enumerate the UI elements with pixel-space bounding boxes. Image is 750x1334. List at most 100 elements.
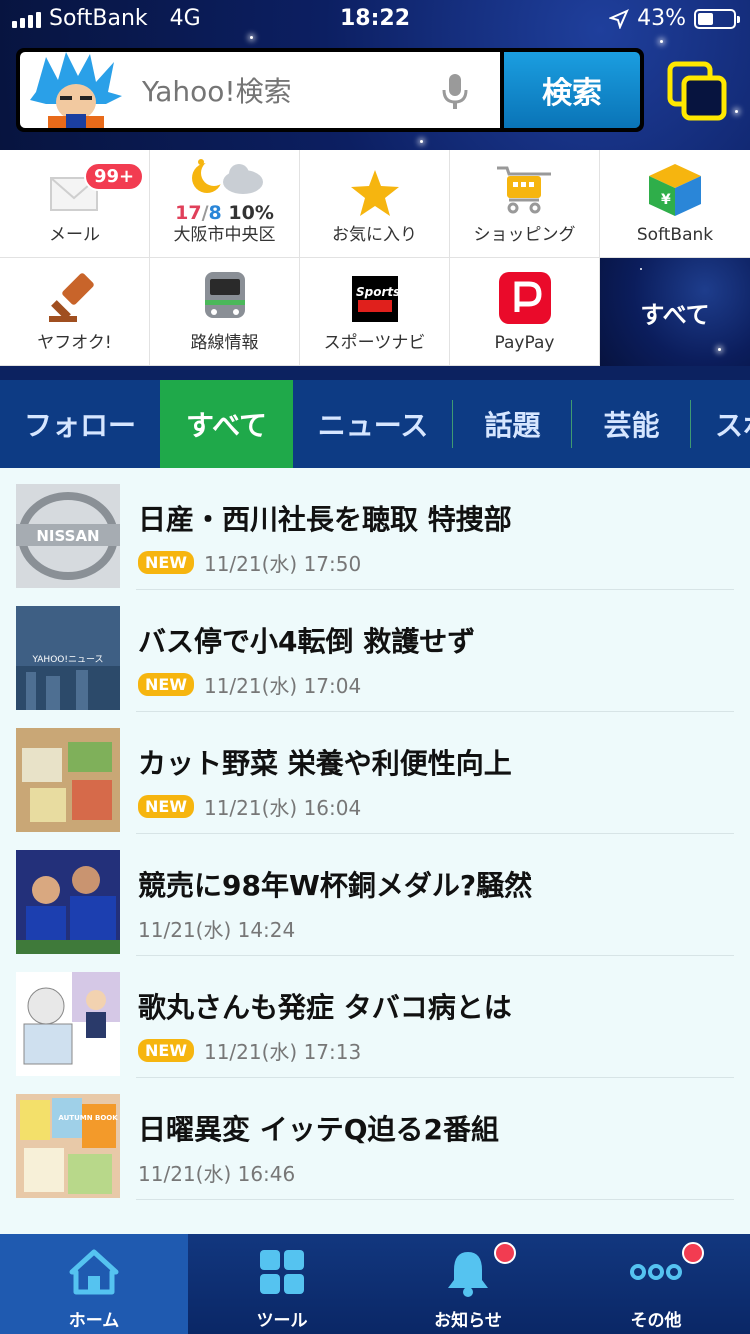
tool-label: ショッピング xyxy=(473,225,576,245)
nav-more[interactable]: その他 xyxy=(562,1234,750,1334)
tab-all[interactable]: すべて xyxy=(160,380,293,468)
tool-label: ヤフオク! xyxy=(37,333,112,353)
nav-label: ツール xyxy=(256,1311,308,1331)
news-item[interactable]: 歌丸さんも発症 タバコ病とは NEW 11/21(水) 17:13 xyxy=(0,956,750,1078)
more-icon xyxy=(630,1264,682,1280)
all-label: すべて xyxy=(640,300,710,329)
tab-sports[interactable]: スポーツ xyxy=(691,380,750,468)
news-date: 11/21(水) 14:24 xyxy=(138,918,296,942)
star-decoration xyxy=(735,110,738,113)
news-thumbnail xyxy=(16,850,120,954)
mail-unread-badge: 99+ xyxy=(84,162,145,191)
news-date: 11/21(水) 16:46 xyxy=(138,1162,296,1186)
news-title: 日曜異変 イッテQ迫る2番組 xyxy=(138,1113,500,1146)
news-date: 11/21(水) 16:04 xyxy=(203,796,362,820)
home-icon xyxy=(69,1249,119,1295)
news-thumbnail xyxy=(16,728,120,832)
news-list: NISSAN 日産・西川社長を聴取 特捜部 NEW 11/21(水) 17:50 … xyxy=(0,468,750,1234)
notification-dot xyxy=(682,1242,704,1264)
bottom-nav: ホーム ツール お知らせ その他 xyxy=(0,1234,750,1334)
tool-label: SoftBank xyxy=(636,225,714,245)
tool-softbank[interactable]: ¥ SoftBank xyxy=(600,150,750,258)
paypay-icon xyxy=(498,272,551,324)
tool-sportsnavi[interactable]: Sports navi スポーツナビ xyxy=(300,258,450,366)
cart-icon xyxy=(496,166,551,214)
notification-dot xyxy=(494,1242,516,1264)
star-icon xyxy=(350,170,399,216)
header: SoftBank 4G 18:22 43% 検索 xyxy=(0,0,750,150)
header-band xyxy=(0,366,750,380)
tab-entertainment[interactable]: 芸能 xyxy=(572,380,691,468)
nav-home[interactable]: ホーム xyxy=(0,1234,188,1334)
nav-notifications[interactable]: お知らせ xyxy=(374,1234,562,1334)
thumbnail-text: AUTUMN BOOK 2018 xyxy=(58,1114,120,1122)
svg-text:¥: ¥ xyxy=(661,192,671,208)
tab-news[interactable]: ニュース xyxy=(293,380,453,468)
nav-label: ホーム xyxy=(68,1311,120,1331)
tool-transit[interactable]: 路線情報 xyxy=(150,258,300,366)
news-thumbnail xyxy=(16,972,120,1076)
train-icon xyxy=(204,272,245,318)
sportsnavi-icon: Sports navi xyxy=(351,276,398,322)
battery-percent: 43% xyxy=(637,6,686,31)
tab-follow[interactable]: フォロー xyxy=(0,380,160,468)
new-badge: NEW xyxy=(138,1039,194,1062)
thumbnail-text: YAHOO!ニュース xyxy=(31,655,103,665)
softbank-cube-icon: ¥ xyxy=(649,164,701,216)
news-title: 歌丸さんも発症 タバコ病とは xyxy=(138,991,512,1024)
grid-icon xyxy=(260,1250,304,1294)
news-item[interactable]: カット野菜 栄養や利便性向上 NEW 11/21(水) 16:04 xyxy=(0,712,750,834)
search-bar: 検索 xyxy=(16,48,644,132)
weather-icon xyxy=(191,159,263,194)
news-thumbnail: YAHOO!ニュース xyxy=(16,606,120,710)
tool-mail[interactable]: 99+ メール xyxy=(0,150,150,258)
tool-label: お気に入り xyxy=(332,225,417,245)
nav-label: その他 xyxy=(630,1311,682,1331)
tabs-icon[interactable] xyxy=(666,58,728,122)
category-tabs: フォロー すべて ニュース 話題 芸能 スポーツ xyxy=(0,380,750,468)
news-title: カット野菜 栄養や利便性向上 xyxy=(138,747,512,780)
news-item[interactable]: YAHOO!ニュース バス停で小4転倒 救護せず NEW 11/21(水) 17:… xyxy=(0,590,750,712)
news-date: 11/21(水) 17:13 xyxy=(203,1040,362,1064)
bell-icon xyxy=(448,1252,488,1297)
news-item[interactable]: 競売に98年W杯銅メダル?騒然 11/21(水) 14:24 xyxy=(0,834,750,956)
news-date: 11/21(水) 17:50 xyxy=(203,552,362,576)
sportsnavi-logo-text: Sports navi xyxy=(356,285,398,299)
thumbnail-text: NISSAN xyxy=(36,527,99,545)
status-bar: SoftBank 4G 18:22 43% xyxy=(0,0,750,40)
microphone-icon[interactable] xyxy=(440,72,470,112)
new-badge: NEW xyxy=(138,795,194,818)
search-input[interactable] xyxy=(140,52,444,128)
location-arrow-icon xyxy=(609,8,630,29)
tool-label: メール xyxy=(49,225,100,245)
news-thumbnail: NISSAN xyxy=(16,484,120,588)
news-title: 競売に98年W杯銅メダル?騒然 xyxy=(138,869,533,902)
news-title: 日産・西川社長を聴取 特捜部 xyxy=(138,503,512,536)
auction-hammer-icon xyxy=(48,273,94,322)
search-button[interactable]: 検索 xyxy=(504,52,640,128)
tab-topics[interactable]: 話題 xyxy=(453,380,572,468)
news-thumbnail: AUTUMN BOOK 2018 xyxy=(16,1094,120,1198)
star-decoration xyxy=(420,140,423,143)
nav-label: お知らせ xyxy=(434,1311,502,1331)
news-date: 11/21(水) 17:04 xyxy=(203,674,362,698)
divider xyxy=(136,1199,734,1200)
news-item[interactable]: AUTUMN BOOK 2018 日曜異変 イッテQ迫る2番組 11/21(水)… xyxy=(0,1078,750,1200)
battery-icon xyxy=(694,8,740,29)
tool-grid: 99+ メール 17/8 10% 大阪市中央区 お気に入り ショッピング ¥ S… xyxy=(0,150,750,366)
tool-all-button[interactable]: すべて xyxy=(600,258,750,366)
tool-label: 路線情報 xyxy=(190,333,259,353)
nav-tools[interactable]: ツール xyxy=(188,1234,376,1334)
tool-label: PayPay xyxy=(494,333,555,353)
new-badge: NEW xyxy=(138,673,194,696)
character-avatar-icon xyxy=(30,52,122,128)
tool-paypay[interactable]: PayPay xyxy=(450,258,600,366)
tool-label: 大阪市中央区 xyxy=(173,225,276,245)
news-item[interactable]: NISSAN 日産・西川社長を聴取 特捜部 NEW 11/21(水) 17:50 xyxy=(0,468,750,590)
tool-weather[interactable]: 17/8 10% 大阪市中央区 xyxy=(150,150,300,258)
tool-shopping[interactable]: ショッピング xyxy=(450,150,600,258)
new-badge: NEW xyxy=(138,551,194,574)
tool-auction[interactable]: ヤフオク! xyxy=(0,258,150,366)
tool-favorites[interactable]: お気に入り xyxy=(300,150,450,258)
star-decoration xyxy=(660,40,663,43)
